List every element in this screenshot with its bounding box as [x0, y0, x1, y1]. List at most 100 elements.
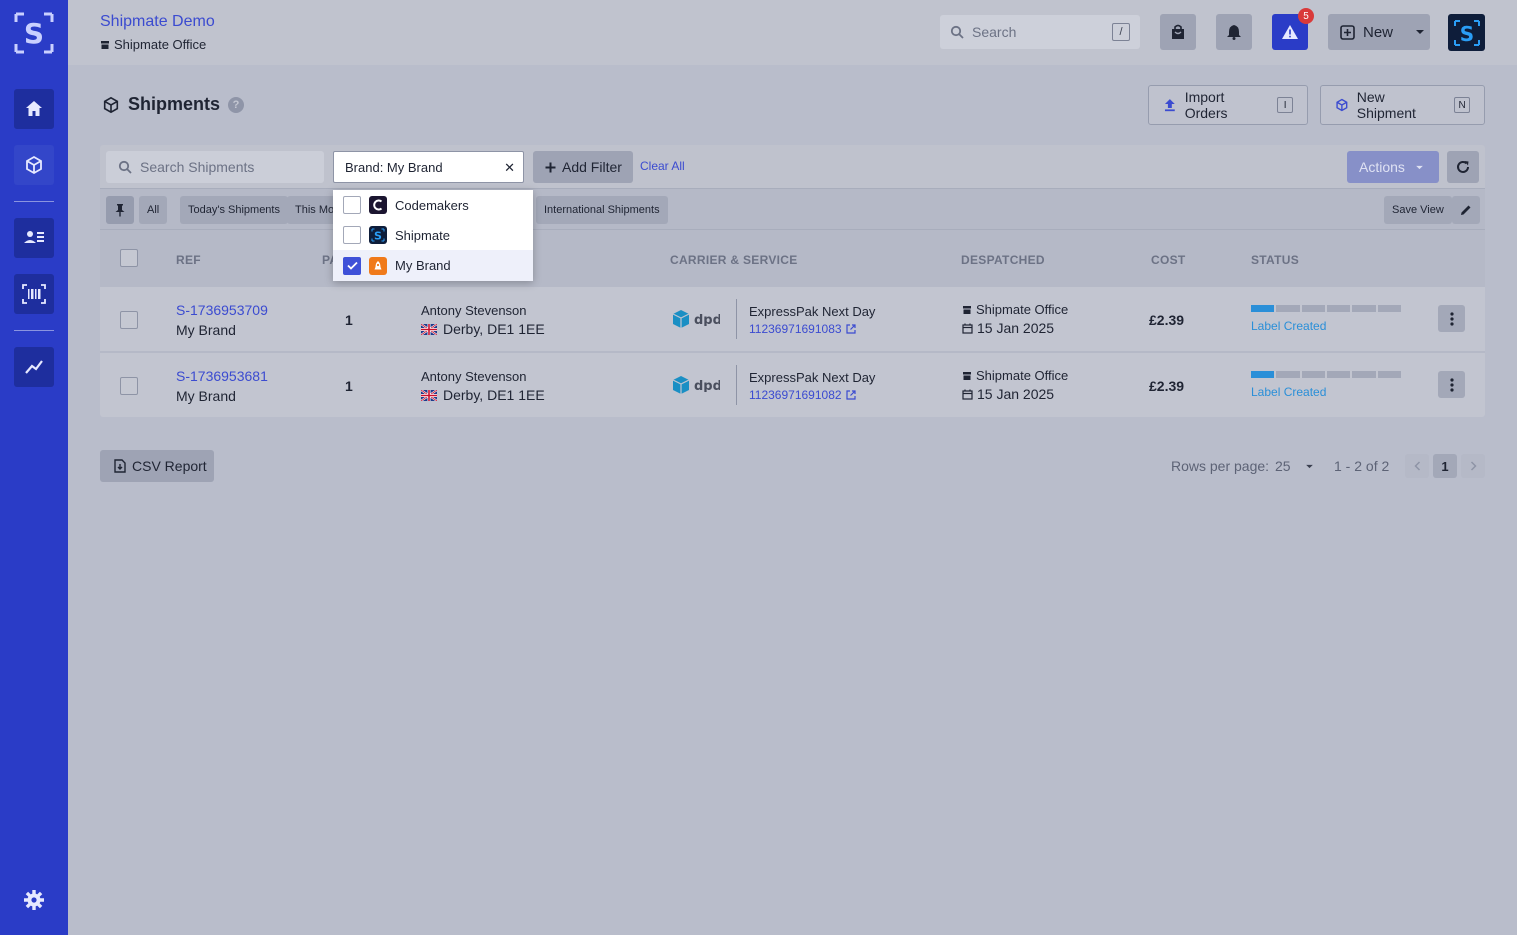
saved-views-bar: All Today's Shipments This Mo Internatio… — [100, 190, 1485, 230]
search-icon — [950, 25, 964, 39]
notifications-button[interactable] — [1216, 14, 1252, 50]
column-status[interactable]: STATUS — [1251, 253, 1299, 267]
brand-option-checkbox[interactable] — [343, 226, 361, 244]
shipment-ref-link[interactable]: S-1736953681 — [176, 368, 268, 384]
chevron-right-icon — [1470, 461, 1477, 471]
table-row[interactable]: S-1736953681 My Brand 1 Antony Stevenson… — [100, 353, 1485, 417]
help-icon[interactable]: ? — [228, 96, 245, 113]
nav-contacts[interactable] — [14, 218, 54, 258]
warning-icon — [1282, 25, 1298, 39]
uk-flag-icon — [421, 323, 437, 335]
tracking-number: 11236971691082 — [749, 388, 842, 402]
shipment-ref-link[interactable]: S-1736953709 — [176, 302, 268, 318]
add-filter-button[interactable]: Add Filter — [533, 151, 633, 183]
brand-option-my-brand[interactable]: My Brand — [333, 250, 533, 281]
plus-square-icon — [1340, 24, 1355, 40]
close-icon[interactable]: ✕ — [504, 160, 515, 176]
refresh-button[interactable] — [1447, 151, 1479, 183]
uk-flag-icon — [421, 389, 437, 401]
column-despatched[interactable]: DESPATCHED — [961, 253, 1045, 267]
next-page-button[interactable] — [1461, 454, 1485, 478]
orders-button[interactable] — [1160, 14, 1196, 50]
plus-icon — [545, 162, 556, 172]
tracking-link[interactable]: 11236971691082 — [749, 388, 856, 402]
nav-shipments[interactable] — [14, 145, 54, 185]
shipmate-logo[interactable]: S — [14, 12, 54, 54]
prev-page-button[interactable] — [1405, 454, 1429, 478]
nav-scan[interactable] — [14, 274, 54, 314]
row-checkbox[interactable] — [120, 311, 138, 329]
chevron-left-icon — [1413, 461, 1420, 471]
import-orders-label: Import Orders — [1184, 89, 1228, 121]
despatch-location-text: Shipmate Office — [976, 302, 1069, 317]
refresh-icon — [1457, 160, 1469, 173]
despatch-date: 15 Jan 2025 — [962, 320, 1054, 336]
home-icon — [26, 101, 42, 116]
account-name[interactable]: Shipmate Demo — [100, 13, 215, 31]
alerts-button[interactable]: 5 — [1272, 8, 1314, 50]
status-text[interactable]: Label Created — [1251, 385, 1326, 399]
status-text[interactable]: Label Created — [1251, 319, 1326, 333]
rows-per-page-label: Rows per page: — [1171, 458, 1270, 474]
shipmate-logo-icon: S — [369, 226, 387, 244]
pin-view-button[interactable] — [106, 196, 134, 224]
shipments-table-card: Search Shipments Add Filter Clear All Ac… — [100, 145, 1485, 417]
column-cost[interactable]: COST — [1151, 253, 1186, 267]
nav-home[interactable] — [14, 89, 54, 129]
despatch-date-text: 15 Jan 2025 — [977, 320, 1055, 336]
chart-line-icon — [25, 360, 43, 374]
svg-text:dpd: dpd — [694, 313, 720, 326]
column-ref[interactable]: REF — [176, 253, 201, 267]
brand-option-checkbox[interactable] — [343, 256, 361, 275]
dpd-wordmark-icon: dpd — [694, 379, 720, 392]
view-todays-shipments[interactable]: Today's Shipments — [180, 196, 288, 224]
view-all[interactable]: All — [139, 196, 168, 224]
csv-report-button[interactable]: CSV Report — [100, 450, 214, 482]
edit-views-button[interactable] — [1452, 196, 1480, 224]
table-row[interactable]: S-1736953709 My Brand 1 Antony Stevenson… — [100, 287, 1485, 351]
global-search-input[interactable]: Search / — [940, 15, 1140, 49]
customer-address-text: Derby, DE1 1EE — [443, 321, 545, 337]
shipment-cost: £2.39 — [1149, 378, 1185, 394]
row-menu-button[interactable] — [1438, 371, 1465, 398]
tracking-link[interactable]: 11236971691083 — [749, 322, 856, 336]
shop-icon — [963, 371, 971, 380]
calendar-icon — [962, 389, 973, 400]
dpd-cube-icon — [672, 310, 690, 328]
actions-button[interactable]: Actions — [1347, 151, 1439, 183]
despatch-date: 15 Jan 2025 — [962, 386, 1054, 402]
clear-all-filters-link[interactable]: Clear All — [640, 159, 685, 173]
row-menu-button[interactable] — [1438, 305, 1465, 332]
global-search-placeholder: Search — [972, 24, 1017, 40]
tracking-number: 11236971691083 — [749, 322, 842, 336]
status-progress-bar — [1251, 371, 1401, 378]
bell-icon — [1227, 25, 1241, 40]
search-shipments-input[interactable]: Search Shipments — [106, 151, 324, 183]
my-brand-logo-icon — [369, 256, 387, 275]
select-all-checkbox[interactable] — [120, 249, 138, 267]
brand-option-shipmate[interactable]: S Shipmate — [333, 220, 533, 250]
csv-report-label: CSV Report — [132, 458, 207, 474]
brand-filter-input[interactable]: Brand: My Brand ✕ — [333, 151, 524, 183]
new-menu-button[interactable]: New — [1328, 14, 1430, 50]
page-1-button[interactable]: 1 — [1433, 454, 1457, 478]
import-orders-button[interactable]: Import Orders I — [1148, 85, 1308, 125]
save-view-button[interactable]: Save View — [1384, 196, 1452, 224]
user-avatar[interactable]: S — [1448, 14, 1485, 51]
column-carrier-service[interactable]: CARRIER & SERVICE — [670, 253, 798, 267]
new-shipment-button[interactable]: New Shipment N — [1320, 85, 1485, 125]
nav-analytics[interactable] — [14, 347, 54, 387]
current-location[interactable]: Shipmate Office — [100, 37, 206, 52]
pencil-icon — [1461, 205, 1471, 215]
rows-per-page-select[interactable]: 25 — [1275, 458, 1314, 474]
view-international-shipments[interactable]: International Shipments — [536, 196, 668, 224]
brand-option-label: My Brand — [395, 258, 451, 273]
add-filter-label: Add Filter — [562, 159, 622, 175]
import-shortcut-key: I — [1277, 97, 1294, 113]
row-checkbox[interactable] — [120, 377, 138, 395]
nav-settings[interactable] — [14, 880, 54, 920]
shipment-brand: My Brand — [176, 388, 236, 404]
brand-option-codemakers[interactable]: Codemakers — [333, 190, 533, 220]
kebab-icon — [1449, 311, 1454, 326]
brand-option-checkbox[interactable] — [343, 196, 361, 214]
